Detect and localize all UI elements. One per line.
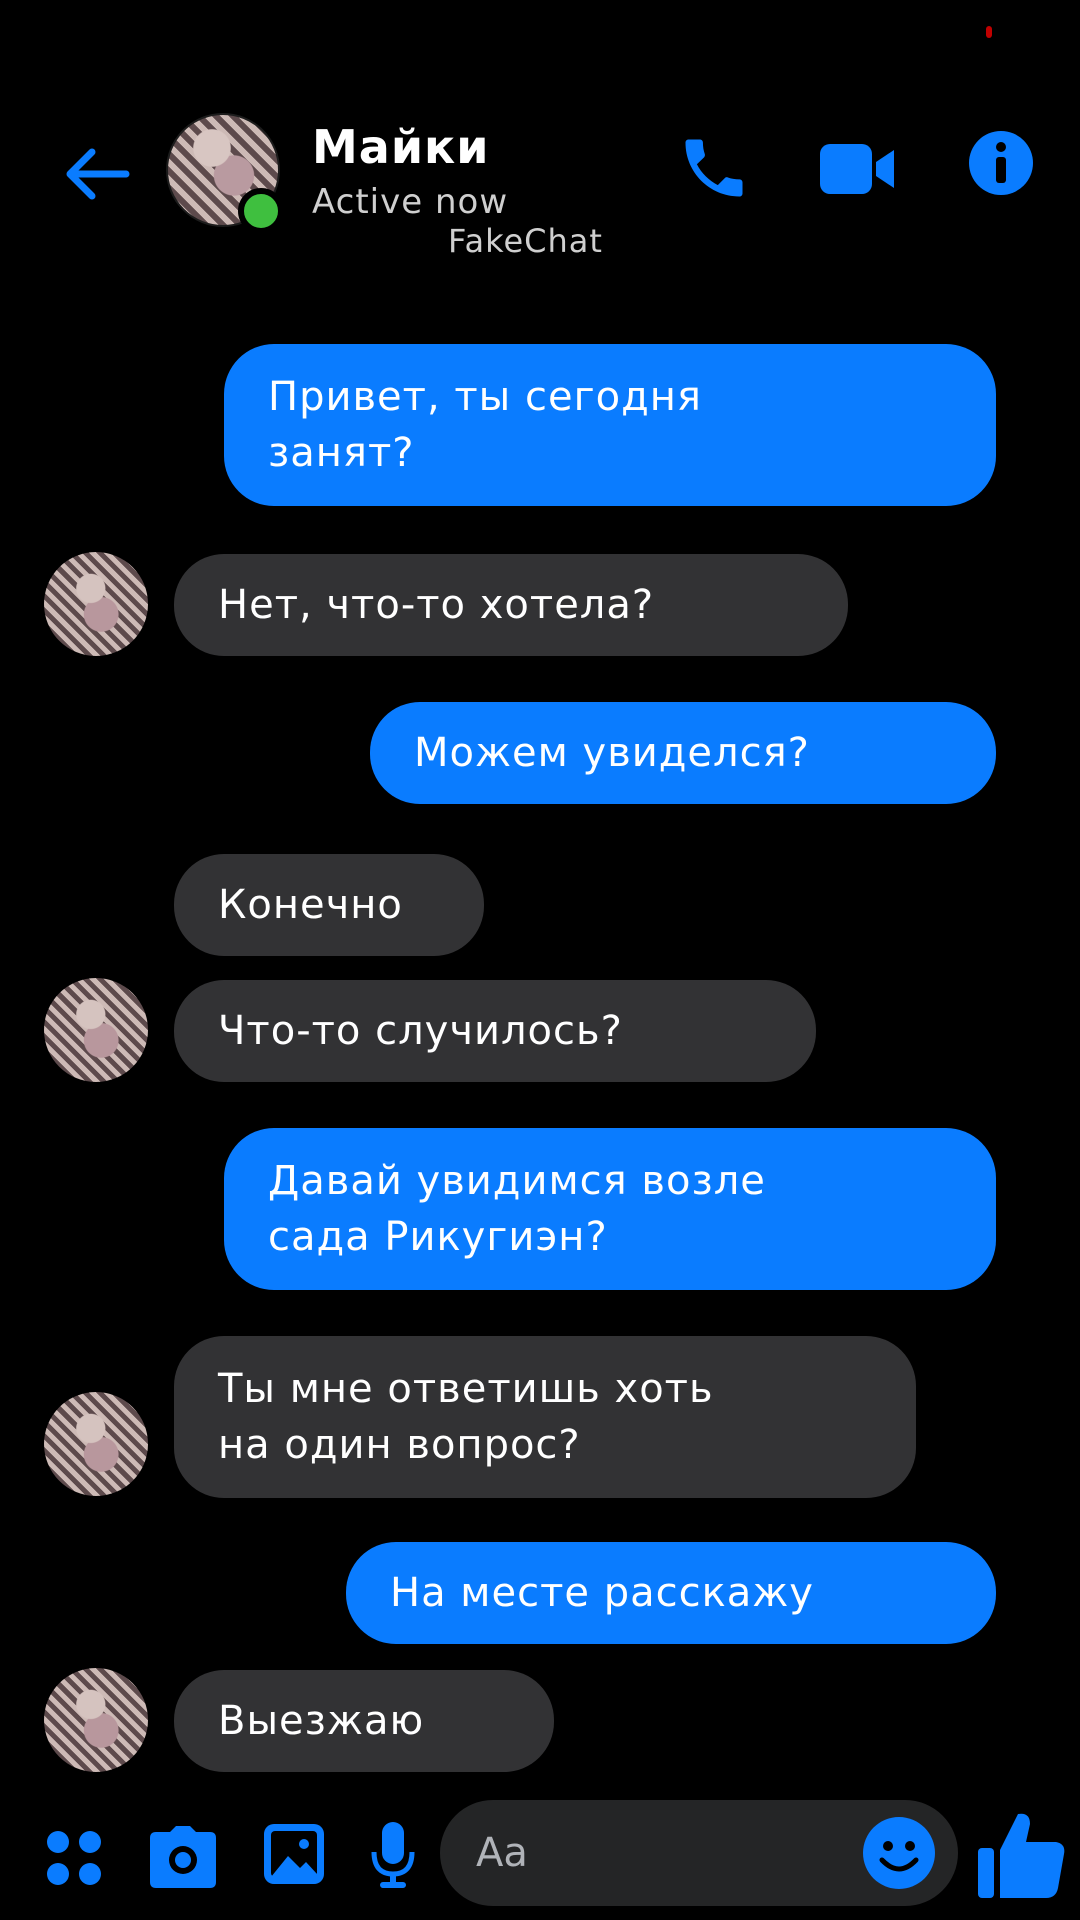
microphone-icon[interactable] [370, 1820, 416, 1890]
thumbs-up-icon[interactable] [976, 1808, 1066, 1900]
outgoing-message[interactable]: На месте расскажу [346, 1542, 996, 1644]
watermark-text: FakeChat [448, 222, 603, 260]
outgoing-message[interactable]: Можем увиделся? [370, 702, 996, 804]
online-status-dot [238, 188, 284, 234]
incoming-message[interactable]: Конечно [174, 854, 484, 956]
video-camera-icon[interactable] [818, 138, 896, 200]
incoming-message[interactable]: Ты мне ответишь хоть на один вопрос? [174, 1336, 916, 1498]
outgoing-message[interactable]: Давай увидимся возле сада Рикугиэн? [224, 1128, 996, 1290]
contact-avatar-small[interactable] [44, 1392, 148, 1496]
incoming-message[interactable]: Что-то случилось? [174, 980, 816, 1082]
contact-avatar-small[interactable] [44, 552, 148, 656]
outgoing-message[interactable]: Привет, ты сегодня занят? [224, 344, 996, 506]
apps-icon[interactable] [44, 1828, 104, 1888]
contact-name[interactable]: Майки [312, 120, 490, 174]
info-icon[interactable] [968, 130, 1034, 196]
message-input-placeholder: Aa [476, 1830, 528, 1876]
phone-icon[interactable] [676, 130, 752, 206]
contact-avatar-small[interactable] [44, 1668, 148, 1772]
incoming-message[interactable]: Нет, что-то хотела? [174, 554, 848, 656]
chat-header: Майки Active now FakeChat [0, 90, 1080, 290]
status-indicator [986, 26, 992, 38]
composer-bar: Aa [0, 1800, 1080, 1910]
incoming-message[interactable]: Выезжаю [174, 1670, 554, 1772]
contact-avatar-small[interactable] [44, 978, 148, 1082]
camera-icon[interactable] [148, 1824, 218, 1890]
back-arrow-icon[interactable] [56, 134, 136, 214]
image-icon[interactable] [262, 1822, 326, 1886]
smiley-icon[interactable] [862, 1816, 936, 1890]
active-status: Active now [312, 182, 509, 222]
